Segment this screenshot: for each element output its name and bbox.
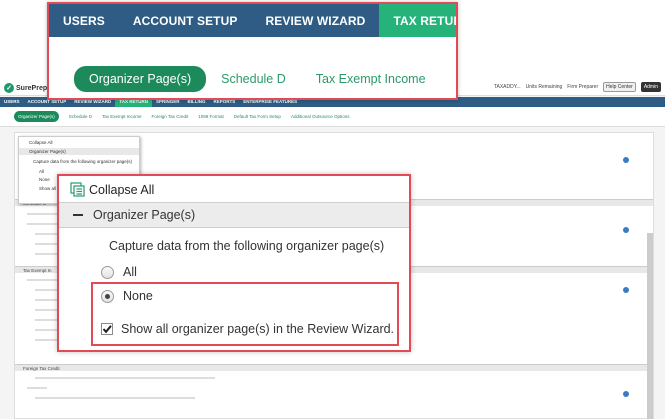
screenshot-stage: ✓ SurePrep TAXADDY... Units Remaining Fi… [0, 0, 665, 419]
tab-users[interactable]: USERS [49, 4, 119, 37]
bg-subtab-foreign-tax[interactable]: Foreign Tax Credit [152, 114, 189, 119]
logo-text: SurePrep [16, 84, 48, 92]
section-title: Organizer Page(s) [93, 208, 196, 222]
units-remaining[interactable]: Units Remaining [526, 84, 563, 90]
bg-subtab-1099[interactable]: 1099 Format [198, 114, 224, 119]
organizer-section-header[interactable]: Organizer Page(s) [59, 202, 409, 228]
admin-menu[interactable]: Admin [640, 82, 661, 92]
thumb-collapse-all[interactable]: Collapse All [29, 140, 53, 145]
collapse-all-button[interactable]: Collapse All [70, 182, 154, 197]
logo-check-icon: ✓ [4, 83, 14, 93]
bg-text-line [35, 377, 215, 379]
info-icon[interactable] [623, 227, 629, 233]
sub-nav: Organizer Page(s) Schedule D Tax Exempt … [49, 37, 457, 98]
bg-text-line [27, 387, 47, 389]
bg-section-label: Tax Exempt In [23, 268, 52, 273]
thumb-capture-label: Capture data from the following organize… [33, 159, 133, 164]
collapse-all-label: Collapse All [89, 182, 155, 197]
radio-label: All [123, 265, 137, 279]
info-icon[interactable] [623, 391, 629, 397]
tab-account-setup[interactable]: ACCOUNT SETUP [119, 4, 252, 37]
info-icon[interactable] [623, 157, 629, 163]
radio-button[interactable] [101, 265, 114, 279]
thumb-section-header[interactable]: Organizer Page(s) [19, 148, 139, 155]
help-center-button[interactable]: Help Center [603, 82, 636, 92]
thumb-option-all[interactable]: All [39, 169, 44, 174]
bg-subtab-organizer[interactable]: Organizer Page(s) [14, 111, 59, 122]
bg-text-line [35, 397, 195, 399]
info-icon[interactable] [623, 287, 629, 293]
tab-tax-return[interactable]: TAX RETURN [379, 4, 456, 37]
capture-label: Capture data from the following organize… [109, 239, 385, 253]
sub-nav-tabs: Organizer Page(s) Schedule D Tax Exempt … [74, 66, 457, 92]
main-nav: USERS ACCOUNT SETUP REVIEW WIZARD TAX RE… [49, 4, 456, 37]
nav-zoom-callout: USERS ACCOUNT SETUP REVIEW WIZARD TAX RE… [47, 2, 458, 100]
subtab-organizer-pages[interactable]: Organizer Page(s) [74, 66, 207, 92]
collapse-all-icon [70, 182, 85, 197]
subtab-tax-exempt-income[interactable]: Tax Exempt Income [301, 72, 441, 86]
subtab-fo[interactable]: Fo [441, 72, 457, 86]
thumb-section-title: Organizer Page(s) [29, 149, 66, 154]
bg-subtab-schedule-d[interactable]: Schedule D [69, 114, 92, 119]
bg-subtab-tax-exempt[interactable]: Tax Exempt Income [102, 114, 142, 119]
organizer-zoom-callout: Collapse All Organizer Page(s) Capture d… [57, 174, 411, 352]
sureprep-logo: ✓ SurePrep [4, 82, 47, 94]
radio-option-all[interactable]: All [101, 265, 137, 279]
thumb-option-none[interactable]: None [39, 177, 50, 182]
bg-nav-users[interactable]: USERS [0, 97, 24, 107]
user-name[interactable]: TAXADDY... [494, 84, 521, 90]
bg-subtab-default-form[interactable]: Default Tax Form Setup [234, 114, 281, 119]
collapse-minus-icon [73, 214, 83, 216]
bg-scrollbar[interactable] [647, 233, 653, 419]
bg-section-label: Foreign Tax Credit [23, 366, 60, 371]
highlight-box [91, 282, 399, 346]
header-right: TAXADDY... Units Remaining Firm Preparer… [494, 82, 661, 92]
role-select[interactable]: Firm Preparer [567, 84, 598, 90]
bg-sub-nav: Organizer Page(s) Schedule D Tax Exempt … [0, 107, 665, 127]
bg-section-foreign-tax[interactable]: Foreign Tax Credit [15, 364, 653, 371]
bg-subtab-outsource[interactable]: Additional Outsource Options [291, 114, 350, 119]
tab-review-wizard[interactable]: REVIEW WIZARD [251, 4, 379, 37]
subtab-schedule-d[interactable]: Schedule D [206, 72, 301, 86]
